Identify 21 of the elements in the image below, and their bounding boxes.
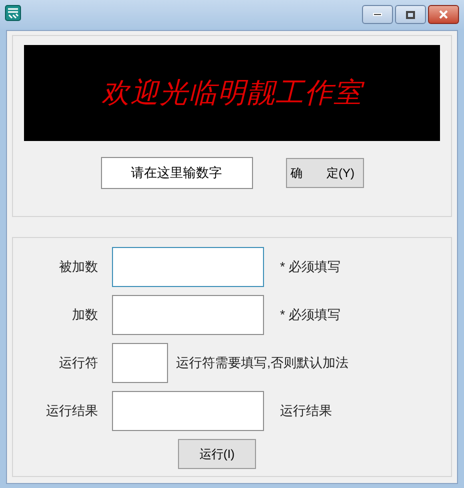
field-note: 运行结果 — [280, 402, 332, 420]
input-field[interactable] — [112, 343, 168, 383]
input-field[interactable] — [112, 247, 264, 287]
field-label: 加数 — [71, 306, 98, 324]
close-icon — [439, 10, 448, 19]
field-label: 被加数 — [58, 258, 98, 276]
run-button[interactable]: 运行(I) — [178, 439, 256, 469]
number-input[interactable]: 请在这里输数字 — [100, 157, 252, 189]
input-field[interactable] — [112, 391, 264, 431]
close-button[interactable] — [428, 5, 459, 24]
field-note: * 必须填写 — [280, 258, 341, 276]
banner-text: 欢迎光临明靓工作室 — [102, 76, 362, 110]
confirm-button[interactable]: 确 定(Y) — [286, 158, 364, 188]
maximize-button[interactable] — [395, 5, 426, 24]
app-icon — [5, 5, 21, 21]
input-field[interactable] — [112, 295, 264, 335]
field-label: 运行结果 — [45, 402, 98, 420]
field-note: * 必须填写 — [280, 306, 341, 324]
field-note: 运行符需要填写,否则默认加法 — [176, 354, 349, 372]
minimize-button[interactable] — [362, 5, 393, 24]
field-label: 运行符 — [58, 354, 98, 372]
